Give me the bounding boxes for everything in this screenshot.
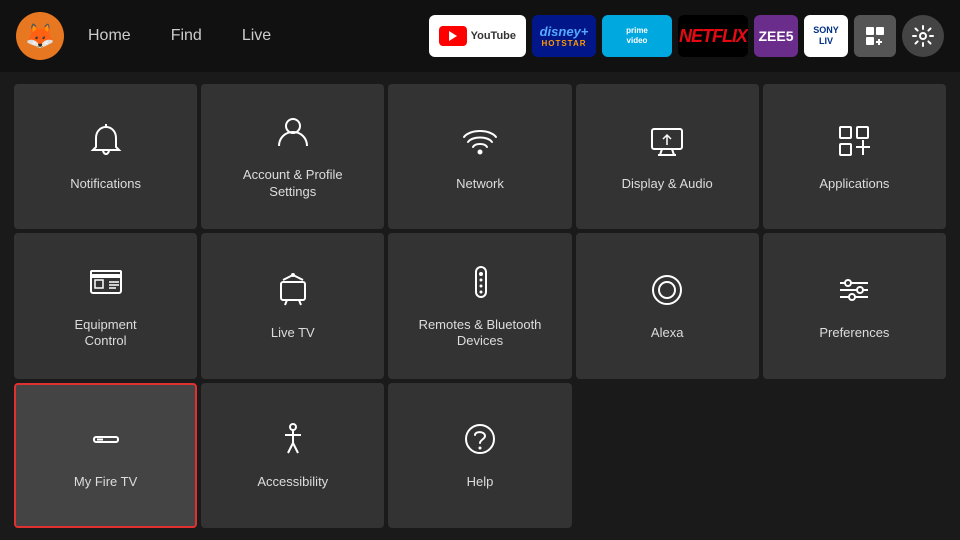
youtube-shortcut[interactable]: YouTube <box>429 15 526 57</box>
account-label: Account & ProfileSettings <box>243 167 343 201</box>
help-label: Help <box>467 474 494 491</box>
tile-network[interactable]: Network <box>388 84 571 229</box>
tile-help[interactable]: Help <box>388 383 571 528</box>
logo[interactable]: 🦊 <box>16 12 64 60</box>
empty-cell-2 <box>763 383 946 528</box>
nav-live[interactable]: Live <box>234 23 279 49</box>
account-icon <box>273 112 313 157</box>
main-content: Notifications Account & ProfileSettings … <box>0 72 960 540</box>
my-fire-tv-label: My Fire TV <box>74 474 137 491</box>
tile-alexa[interactable]: Alexa <box>576 233 759 378</box>
tile-accessibility[interactable]: Accessibility <box>201 383 384 528</box>
zee5-shortcut[interactable]: ZEE5 <box>754 15 798 57</box>
network-icon <box>460 121 500 166</box>
network-label: Network <box>456 176 504 193</box>
accessibility-label: Accessibility <box>257 474 328 491</box>
tile-display-audio[interactable]: Display & Audio <box>576 84 759 229</box>
nav-links: Home Find Live <box>80 23 279 49</box>
equipment-control-icon <box>86 262 126 307</box>
live-tv-label: Live TV <box>271 325 315 342</box>
sonyliv-shortcut[interactable]: SONYLIV <box>804 15 848 57</box>
preferences-label: Preferences <box>819 325 889 342</box>
display-audio-label: Display & Audio <box>622 176 713 193</box>
live-tv-icon <box>273 270 313 315</box>
disney-shortcut[interactable]: disney+ HOTSTAR <box>532 15 596 57</box>
tile-applications[interactable]: Applications <box>763 84 946 229</box>
help-icon <box>460 419 500 464</box>
nav-find[interactable]: Find <box>163 23 210 49</box>
remotes-bluetooth-icon <box>460 262 500 307</box>
preferences-icon <box>834 270 874 315</box>
alexa-label: Alexa <box>651 325 684 342</box>
accessibility-icon <box>273 419 313 464</box>
equipment-control-label: EquipmentControl <box>75 317 137 351</box>
alexa-icon <box>647 270 687 315</box>
tile-remotes-bluetooth[interactable]: Remotes & BluetoothDevices <box>388 233 571 378</box>
tile-live-tv[interactable]: Live TV <box>201 233 384 378</box>
display-audio-icon <box>647 121 687 166</box>
grid-button[interactable] <box>854 15 896 57</box>
remotes-bluetooth-label: Remotes & BluetoothDevices <box>419 317 542 351</box>
my-fire-tv-icon <box>86 419 126 464</box>
tile-notifications[interactable]: Notifications <box>14 84 197 229</box>
app-shortcuts: YouTube disney+ HOTSTAR primevideo NETFL… <box>429 15 944 57</box>
prime-shortcut[interactable]: primevideo <box>602 15 672 57</box>
notifications-label: Notifications <box>70 176 141 193</box>
tile-preferences[interactable]: Preferences <box>763 233 946 378</box>
empty-cell-1 <box>576 383 759 528</box>
top-nav: 🦊 Home Find Live YouTube disney+ HOTSTAR… <box>0 0 960 72</box>
nav-home[interactable]: Home <box>80 23 139 49</box>
netflix-shortcut[interactable]: NETFLIX <box>678 15 748 57</box>
tile-equipment-control[interactable]: EquipmentControl <box>14 233 197 378</box>
tile-account[interactable]: Account & ProfileSettings <box>201 84 384 229</box>
tile-my-fire-tv[interactable]: My Fire TV <box>14 383 197 528</box>
applications-label: Applications <box>819 176 889 193</box>
applications-icon <box>834 121 874 166</box>
notifications-icon <box>86 121 126 166</box>
settings-button[interactable] <box>902 15 944 57</box>
